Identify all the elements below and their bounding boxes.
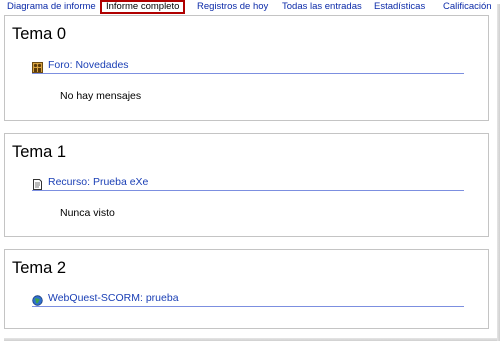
forum-icon: [32, 60, 43, 73]
activity-status: Nunca visto: [60, 207, 115, 219]
activity-status: No hay mensajes: [60, 90, 142, 102]
activity-name: Novedades: [75, 59, 129, 71]
report-frame: Diagrama de informe Informe completo Reg…: [0, 0, 500, 341]
resource-icon: [32, 177, 43, 190]
activity-name: Prueba eXe: [92, 176, 149, 188]
tab-diagrama-de-informe[interactable]: Diagrama de informe: [4, 1, 99, 13]
activity-name: prueba: [145, 292, 179, 304]
activity-link-forum[interactable]: Foro: Novedades: [48, 59, 129, 72]
webquest-icon: [32, 293, 43, 306]
report-tab-bar: Diagrama de informe Informe completo Reg…: [0, 0, 497, 15]
section-title: Tema 0: [12, 25, 67, 43]
activity-type-label: Foro:: [48, 59, 73, 71]
topic-section-1: Tema 1 Recurso: Prueba eXe Nunca visto: [4, 133, 489, 237]
activity-row-webquest: WebQuest-SCORM: prueba: [32, 291, 464, 307]
tab-todas-las-entradas[interactable]: Todas las entradas: [279, 1, 365, 13]
tab-calificacion[interactable]: Calificación: [440, 1, 495, 13]
tab-estadisticas[interactable]: Estadísticas: [371, 1, 428, 13]
activity-link-webquest[interactable]: WebQuest-SCORM: prueba: [48, 292, 179, 305]
tab-registros-de-hoy[interactable]: Registros de hoy: [194, 1, 271, 13]
topic-section-0: Tema 0 Foro: Novedades No hay mensajes: [4, 15, 489, 121]
activity-type-label: WebQuest-SCORM:: [48, 292, 143, 304]
topic-section-2: Tema 2 WebQuest-SCORM: prueba: [4, 249, 489, 329]
activity-row-resource: Recurso: Prueba eXe: [32, 175, 464, 191]
section-title: Tema 1: [12, 143, 67, 161]
activity-link-resource[interactable]: Recurso: Prueba eXe: [48, 176, 148, 189]
activity-row-forum: Foro: Novedades: [32, 58, 464, 74]
section-title: Tema 2: [12, 259, 67, 277]
activity-type-label: Recurso:: [48, 176, 91, 188]
tab-informe-completo[interactable]: Informe completo: [100, 0, 186, 14]
